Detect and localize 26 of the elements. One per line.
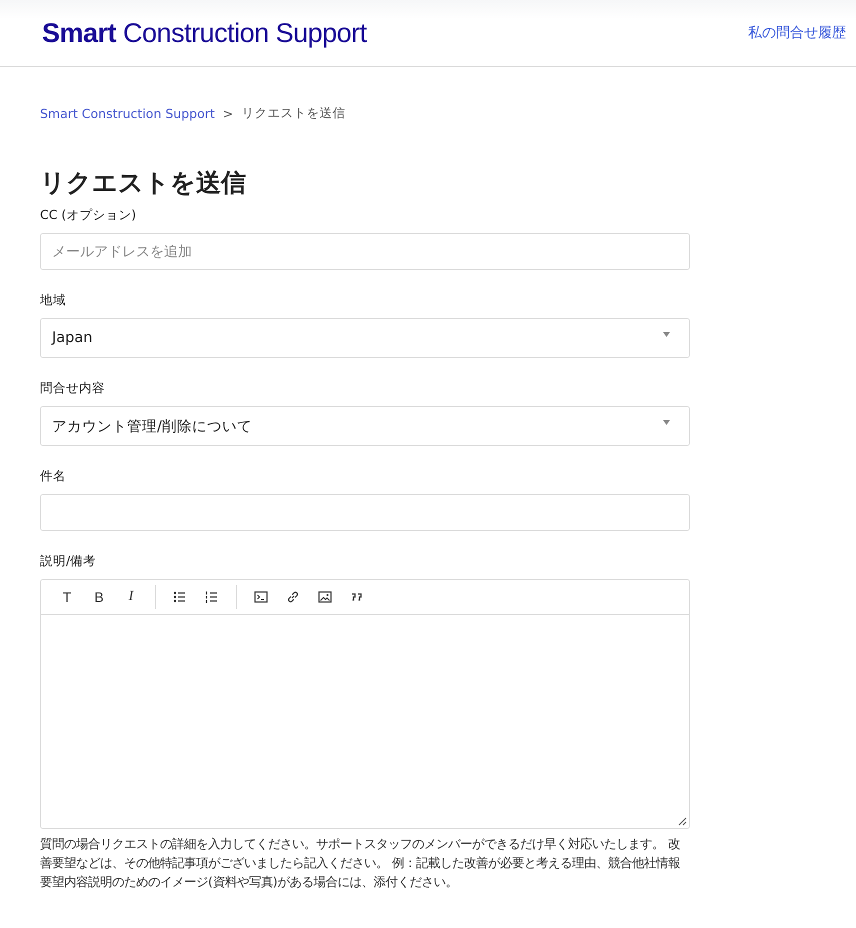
history-link[interactable]: 私の問合せ履歴	[748, 24, 846, 42]
field-label: 問合せ内容	[40, 380, 106, 397]
field-label: CC (オプション)	[40, 207, 138, 224]
logo[interactable]: Smart Construction Support	[42, 18, 367, 48]
breadcrumb-link[interactable]: Smart Construction Support	[40, 106, 215, 121]
dropdown[interactable]: Japan	[40, 318, 690, 358]
format-button[interactable]: T	[53, 584, 81, 610]
field-label: 件名	[40, 468, 67, 485]
help-text: 質問の場合リクエストの詳細を入力してください。サポートスタッフのメンバーができるだけ早く対応いたします。 改善要望などは、その他特記事項がございましたら記入ください。 例：記載した改善が必要と考える理由、競合他社情報要望内容説明のためのイメージ(資料や写真)がある場合には、添付ください。	[40, 836, 681, 891]
format-button[interactable]: I	[117, 584, 145, 610]
format-button[interactable]: B	[85, 584, 113, 610]
breadcrumb-separator: >	[222, 106, 234, 121]
field-label: 説明/備考	[40, 553, 98, 570]
page-title: リクエストを送信	[40, 167, 247, 199]
resize-grip-icon	[678, 817, 687, 826]
field-label: 地域	[40, 292, 67, 309]
caret-icon	[663, 420, 670, 424]
caret-icon	[663, 332, 670, 336]
breadcrumb-current: リクエストを送信	[241, 105, 346, 122]
image-icon[interactable]	[318, 590, 332, 604]
code-icon[interactable]	[254, 590, 268, 604]
numbered-list-icon[interactable]	[205, 590, 219, 604]
link-icon[interactable]	[286, 590, 300, 604]
dropdown[interactable]: アカウント管理/削除について	[40, 406, 690, 446]
text-field[interactable]: メールアドレスを追加	[40, 233, 690, 270]
bullet-list-icon[interactable]	[173, 590, 187, 604]
